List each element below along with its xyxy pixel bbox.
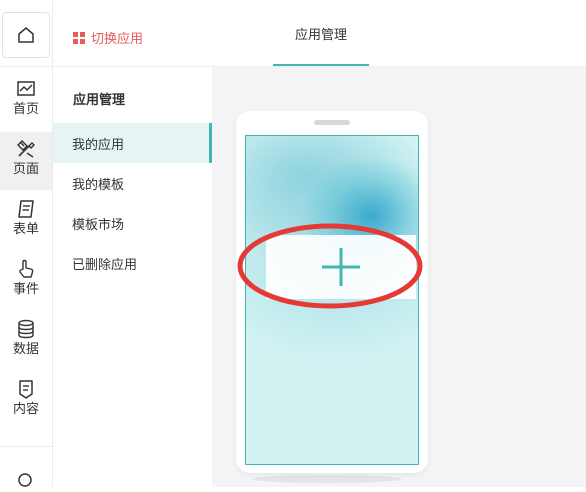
active-tab-indicator [273, 64, 369, 66]
subnav-item-my-templates[interactable]: 我的模板 [53, 163, 212, 203]
rail-item-home-page[interactable]: 首页 [0, 72, 52, 130]
rail-item-label: 表单 [12, 222, 39, 237]
rail-item-label: 首页 [12, 102, 39, 117]
content-icon [19, 380, 33, 399]
tab-app-management[interactable]: 应用管理 [273, 0, 369, 66]
design-tools-icon [17, 140, 35, 158]
chart-icon [17, 81, 35, 96]
home-icon [18, 27, 34, 43]
rail-item-events[interactable]: 事件 [0, 252, 52, 310]
icon-rail: 首页 页面 表单 事件 数据 内容 [0, 0, 53, 487]
subnav-item-label: 我的应用 [72, 137, 125, 153]
form-icon [18, 200, 34, 218]
subnav-item-label: 模板市场 [72, 217, 125, 233]
switch-app-button[interactable]: 切换应用 [73, 28, 143, 47]
rail-item-pages[interactable]: 页面 [0, 132, 52, 190]
subnav-title: 应用管理 [73, 93, 126, 108]
switch-app-label: 切换应用 [91, 32, 144, 47]
phone-speaker [314, 120, 350, 125]
rail-item-content[interactable]: 内容 [0, 372, 52, 430]
rail-divider [0, 446, 52, 447]
rail-item-forms[interactable]: 表单 [0, 192, 52, 250]
subnav-item-deleted-apps[interactable]: 已删除应用 [53, 243, 212, 283]
create-app-button[interactable] [266, 235, 416, 299]
top-header: 切换应用 应用管理 [53, 0, 586, 67]
rail-item-label: 页面 [12, 162, 39, 177]
subnav-item-template-market[interactable]: 模板市场 [53, 203, 212, 243]
subnav-item-label: 我的模板 [72, 177, 125, 193]
app-preview-screen [245, 135, 419, 465]
search-icon[interactable] [15, 470, 37, 492]
subnav-item-label: 已删除应用 [72, 257, 138, 273]
rail-item-label: 内容 [12, 402, 39, 417]
home-button[interactable] [2, 12, 50, 58]
subnav-item-my-apps[interactable]: 我的应用 [53, 123, 212, 163]
phone-mockup [236, 111, 428, 473]
sub-sidebar: 应用管理 我的应用 我的模板 模板市场 已删除应用 [53, 67, 212, 487]
rail-item-data[interactable]: 数据 [0, 312, 52, 370]
grid-icon [73, 31, 85, 44]
rail-item-label: 数据 [12, 342, 39, 357]
phone-shadow [252, 475, 402, 483]
touch-icon [19, 259, 34, 278]
database-icon [18, 319, 34, 339]
rail-divider [0, 66, 52, 67]
main-content [212, 67, 586, 487]
rail-item-label: 事件 [12, 282, 39, 297]
tab-label: 应用管理 [294, 27, 347, 43]
plus-icon [322, 248, 360, 286]
